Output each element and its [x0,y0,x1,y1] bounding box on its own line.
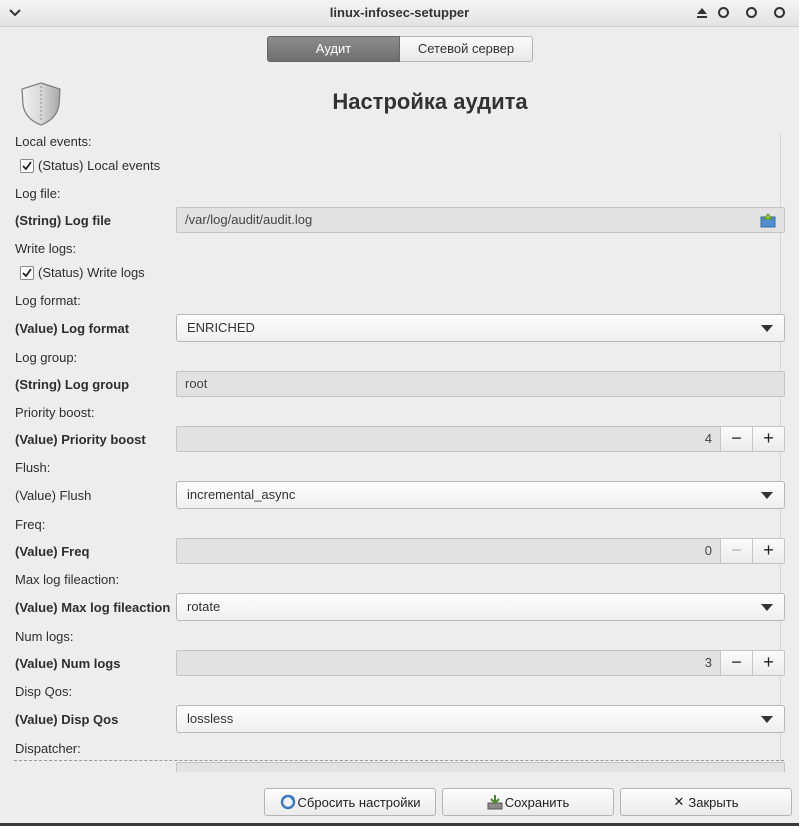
flush-select[interactable]: incremental_async [176,481,785,509]
section-label-max-log-fileaction: Max log fileaction: [15,572,120,587]
write-logs-check-label: (Status) Write logs [38,265,145,280]
log-file-value: /var/log/audit/audit.log [185,212,313,227]
save-label: Сохранить [504,794,570,810]
max-log-fileaction-label: (Value) Max log fileaction [15,600,171,615]
disp-qos-label: (Value) Disp Qos [15,712,119,727]
log-file-label: (String) Log file [15,213,112,228]
section-label-disp-qos: Disp Qos: [15,684,73,699]
local-events-check-label: (Status) Local events [38,158,161,173]
log-format-select[interactable]: ENRICHED [176,314,785,342]
priority-boost-value[interactable]: 4 [176,426,721,452]
reset-settings-button[interactable]: Сбросить настройки [264,788,436,816]
priority-boost-decrement-button[interactable]: − [721,426,753,452]
eject-icon[interactable] [694,5,710,21]
chevron-down-icon [761,604,773,611]
refresh-icon [280,794,296,810]
freq-label: (Value) Freq [15,544,90,559]
num-logs-increment-button[interactable]: + [753,650,785,676]
close-icon: ✕ [673,794,685,809]
freq-stepper[interactable]: 0 − + [176,538,785,564]
flush-label: (Value) Flush [15,488,92,503]
save-button[interactable]: Сохранить [442,788,614,816]
max-log-fileaction-value: rotate [187,599,221,614]
num-logs-stepper[interactable]: 3 − + [176,650,785,676]
local-events-checkbox-row[interactable]: (Status) Local events [20,158,160,173]
window-titlebar: linux-infosec-setupper [0,0,799,27]
dispatcher-field-partial[interactable] [0,760,790,772]
section-label-dispatcher: Dispatcher: [15,741,81,756]
section-label-priority-boost: Priority boost: [15,405,95,420]
section-label-freq: Freq: [15,517,46,532]
write-logs-checkbox-row[interactable]: (Status) Write logs [20,265,145,280]
log-format-value: ENRICHED [187,320,255,335]
log-file-field[interactable]: /var/log/audit/audit.log [176,207,785,233]
tab-bar: Аудит Сетевой сервер [267,36,533,62]
freq-decrement-button[interactable]: − [721,538,753,564]
dispatcher-field[interactable] [176,762,785,772]
tab-audit[interactable]: Аудит [267,36,400,62]
close-window-button[interactable] [772,5,788,21]
reset-settings-label: Сбросить настройки [297,794,421,810]
local-events-checkbox[interactable] [20,158,34,173]
section-label-log-file: Log file: [15,186,61,201]
section-label-flush: Flush: [15,460,51,475]
settings-form[interactable]: Local events: (Status) Local events Log … [0,128,790,772]
num-logs-label: (Value) Num logs [15,656,121,671]
num-logs-decrement-button[interactable]: − [721,650,753,676]
minimize-button[interactable] [716,5,732,21]
priority-boost-stepper[interactable]: 4 − + [176,426,785,452]
dialog-footer: Сбросить настройки Сохранить ✕ Закрыть [0,786,799,818]
section-label-write-logs: Write logs: [15,241,77,256]
section-label-local-events: Local events: [15,134,92,149]
chevron-down-icon [761,492,773,499]
log-group-field[interactable]: root [176,371,785,397]
tab-network-server[interactable]: Сетевой сервер [400,36,533,62]
freq-value[interactable]: 0 [176,538,721,564]
num-logs-value[interactable]: 3 [176,650,721,676]
page-title: Настройка аудита [332,89,528,114]
flush-value: incremental_async [187,487,296,502]
section-label-log-format: Log format: [15,293,81,308]
checkmark-icon [22,267,32,277]
save-icon [487,794,503,810]
close-label: Закрыть [688,794,739,810]
checkmark-icon [22,160,32,170]
folder-open-icon[interactable] [760,212,776,228]
freq-increment-button[interactable]: + [753,538,785,564]
chevron-down-icon [761,325,773,332]
disp-qos-value: lossless [187,711,234,726]
log-format-label: (Value) Log format [15,321,130,336]
section-label-num-logs: Num logs: [15,629,74,644]
maximize-button[interactable] [744,5,760,21]
priority-boost-increment-button[interactable]: + [753,426,785,452]
window-title: linux-infosec-setupper [329,5,470,20]
priority-boost-label: (Value) Priority boost [15,432,146,447]
write-logs-checkbox[interactable] [20,265,34,280]
disp-qos-select[interactable]: lossless [176,705,785,733]
close-button[interactable]: ✕ Закрыть [620,788,792,816]
max-log-fileaction-select[interactable]: rotate [176,593,785,621]
shield-icon [19,81,63,127]
log-group-value: root [185,376,208,391]
scroll-edge-divider [14,760,784,761]
section-label-log-group: Log group: [15,350,78,365]
chevron-down-icon [761,716,773,723]
log-group-label: (String) Log group [15,377,130,392]
